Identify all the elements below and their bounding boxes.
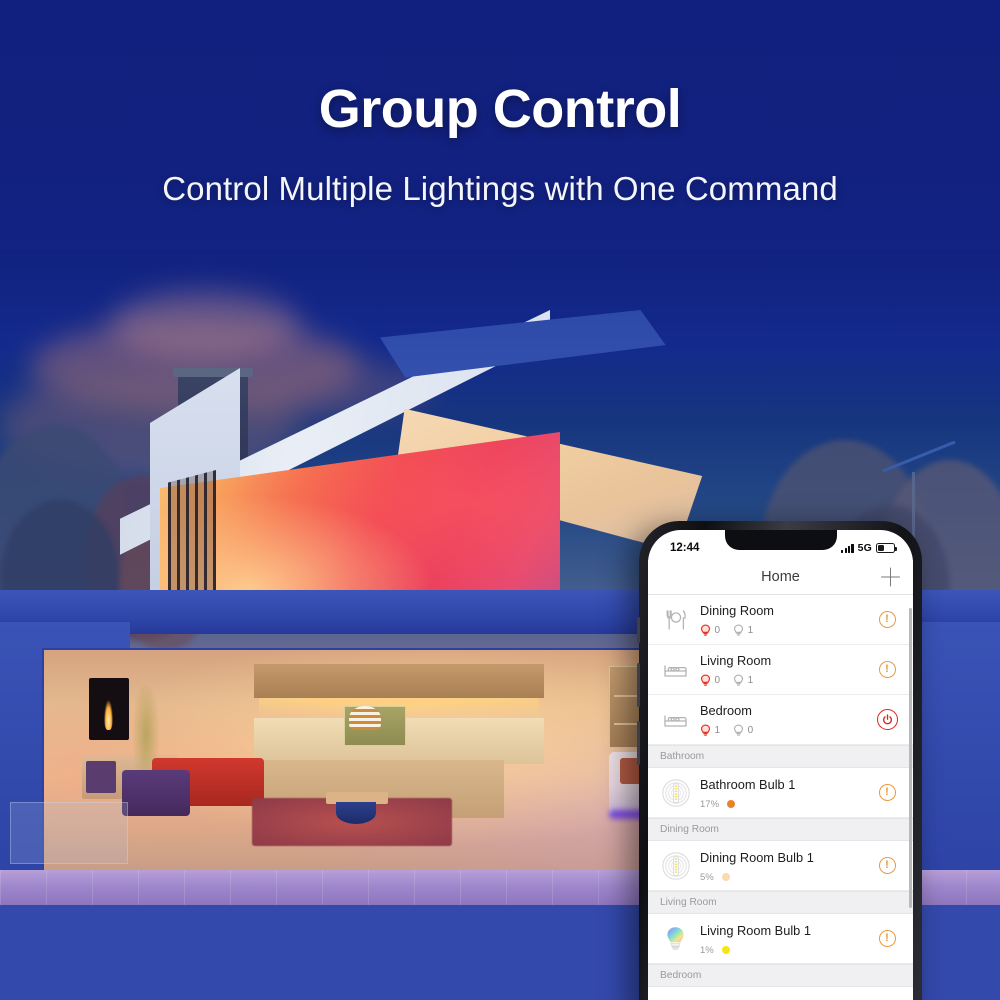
bulb-off-icon	[733, 724, 744, 736]
section-header-dining-room: Dining Room	[648, 818, 913, 841]
brightness-value: 5%	[700, 871, 714, 883]
nav-bar: Home	[648, 560, 913, 594]
room-row-living-room[interactable]: Living Room 0 1 !	[648, 645, 913, 695]
brightness-value: 1%	[700, 944, 714, 956]
bulb-on-icon	[700, 624, 711, 636]
home-device-list: Dining Room 0 1 ! Living Room 0 1 ! Bedr…	[648, 595, 913, 987]
bed-icon	[660, 704, 691, 735]
count-value: 1	[747, 625, 754, 636]
battery-icon	[876, 543, 898, 553]
plus-icon[interactable]	[881, 567, 900, 587]
bulb-on-icon	[700, 674, 711, 686]
room-name: Bedroom	[700, 703, 752, 718]
phone-volume-up-button[interactable]	[637, 663, 640, 707]
room-row-bedroom[interactable]: Bedroom 1 0	[648, 695, 913, 745]
bulbs-on-count: 1	[700, 724, 720, 737]
cutlery-icon	[660, 604, 691, 635]
device-name: Dining Room Bulb 1	[700, 849, 814, 865]
list-scrollbar[interactable]	[909, 608, 912, 908]
device-row-living-room-bulb-1[interactable]: Living Room Bulb 1 1% !	[648, 914, 913, 964]
power-icon[interactable]	[872, 709, 902, 730]
count-value: 0	[747, 725, 754, 736]
color-swatch	[721, 873, 730, 881]
bulbs-off-count: 0	[733, 724, 753, 737]
phone-screen: 12:44 5G Home Dining Room 0 1 ! Living R…	[648, 530, 913, 1000]
section-header-bathroom: Bathroom	[648, 745, 913, 768]
page-title: Group Control	[318, 79, 682, 139]
section-header-bedroom: Bedroom	[648, 964, 913, 987]
exclamation-circle-icon[interactable]: !	[872, 857, 902, 874]
exclamation-circle-icon[interactable]: !	[872, 611, 902, 628]
color-swatch	[721, 946, 730, 954]
led-strip-bulb-icon	[660, 777, 691, 808]
bulb-off-icon	[733, 624, 744, 636]
phone-volume-down-button[interactable]	[637, 721, 640, 765]
color-bulb-icon	[660, 923, 691, 954]
phone-notch	[724, 530, 837, 550]
purple-armchair	[122, 770, 190, 816]
decorative-bowl	[336, 802, 376, 824]
brightness-value: 17%	[700, 798, 720, 810]
device-name: Bathroom Bulb 1	[700, 776, 796, 792]
room-row-dining-room[interactable]: Dining Room 0 1 !	[648, 595, 913, 645]
nav-title: Home	[761, 569, 800, 585]
fireplace-flame	[104, 700, 113, 730]
count-value: 1	[747, 675, 754, 686]
glass-railing	[10, 802, 128, 864]
network-type-label: 5G	[857, 542, 872, 554]
exclamation-circle-icon[interactable]: !	[872, 930, 902, 947]
status-bar-time: 12:44	[670, 542, 700, 554]
bulbs-on-count: 0	[700, 674, 720, 687]
bulbs-on-count: 0	[700, 624, 720, 637]
bulbs-off-count: 1	[733, 624, 753, 637]
phone-mockup: 12:44 5G Home Dining Room 0 1 ! Living R…	[637, 521, 922, 1000]
bulb-off-icon	[733, 674, 744, 686]
device-name: Living Room Bulb 1	[700, 922, 811, 938]
room-name: Living Room	[700, 653, 772, 668]
bulbs-off-count: 1	[733, 674, 753, 687]
count-value: 0	[714, 625, 721, 636]
room-name: Dining Room	[700, 603, 774, 618]
section-header-living-room: Living Room	[648, 891, 913, 914]
exclamation-circle-icon[interactable]: !	[872, 661, 902, 678]
striped-pendant-lamp	[349, 706, 381, 730]
page-subtitle: Control Multiple Lightings with One Comm…	[162, 170, 838, 207]
device-row-dining-room-bulb-1[interactable]: Dining Room Bulb 1 5% !	[648, 841, 913, 891]
count-value: 0	[714, 675, 721, 686]
bed-icon	[660, 654, 691, 685]
count-value: 1	[714, 725, 721, 736]
signal-bars-icon	[841, 543, 854, 553]
color-swatch	[727, 800, 736, 808]
chimney-cap	[173, 368, 253, 377]
hero-text-block: Group Control Control Multiple Lightings…	[0, 78, 1000, 208]
kitchen-upper-cabinets	[254, 664, 544, 698]
led-strip-bulb-icon	[660, 850, 691, 881]
bulb-on-icon	[700, 724, 711, 736]
phone-mute-switch[interactable]	[637, 617, 640, 643]
cloud	[110, 290, 300, 360]
device-row-bathroom-bulb-1[interactable]: Bathroom Bulb 1 17% !	[648, 768, 913, 818]
exclamation-circle-icon[interactable]: !	[872, 784, 902, 801]
